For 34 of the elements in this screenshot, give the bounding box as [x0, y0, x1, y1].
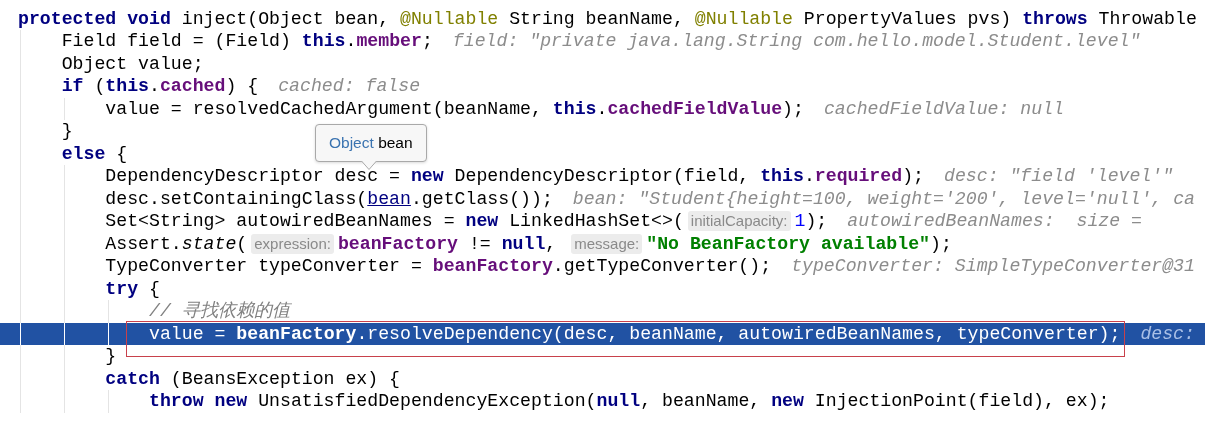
parameter-hint: expression:	[251, 233, 334, 254]
value-hint: cachedFieldValue: null	[823, 97, 1065, 120]
value-hint: bean: "Student{height=100, weight='200', level='null', ca	[572, 187, 1195, 210]
code-text: else {	[61, 142, 128, 165]
code-text: Field field = (Field) this.member;	[61, 30, 433, 53]
value-hint: field: "private java.lang.String com.hello.model.Student.level"	[452, 30, 1141, 53]
code-text: // 寻找依赖的值	[149, 300, 290, 323]
value-hint: desc: "field 'level'"	[943, 165, 1174, 188]
parameter-hint: initialCapacity:	[687, 211, 791, 232]
code-text: 1);	[794, 210, 828, 233]
code-text: Object value;	[61, 52, 204, 75]
code-text: }	[105, 345, 117, 368]
code-text: value = beanFactory.resolveDependency(desc, beanName, autowiredBeanNames, typeConverter);	[149, 322, 1121, 345]
code-text: throw new UnsatisfiedDependencyException(null, beanName, new InjectionPoint(field), ex);	[149, 390, 1110, 413]
code-text: }	[61, 120, 73, 143]
parameter-hint: message:	[571, 233, 643, 254]
code-text: Assert.state(	[105, 232, 248, 255]
value-hint: typeConverter: SimpleTypeConverter@31	[791, 255, 1195, 278]
hover-tooltip: Object bean	[315, 123, 427, 162]
value-hint: cached: false	[278, 75, 421, 98]
code-text: beanFactory != null,	[337, 232, 558, 255]
code-text: Set<String> autowiredBeanNames = new LinkedHashSet<>(	[105, 210, 684, 233]
code-text: catch (BeansException ex) {	[105, 367, 401, 390]
tooltip-pointer-icon	[361, 160, 377, 170]
value-hint: autowiredBeanNames: size =	[847, 210, 1142, 233]
value-hint: desc:	[1140, 322, 1195, 345]
code-text: desc.setContainingClass(bean.getClass());	[105, 187, 553, 210]
code-text: try {	[105, 277, 160, 300]
code-text: if (this.cached) {	[61, 75, 259, 98]
code-text: "No BeanFactory available");	[646, 232, 952, 255]
code-text: DependencyDescriptor desc = new DependencyDescriptor(field, this.required);	[105, 165, 924, 188]
code-text: TypeConverter typeConverter = beanFactory.getTypeConverter();	[105, 255, 772, 278]
code-text: protected void inject(Object bean, @Nullable String beanName, @Nullable PropertyValues pvs) throws Throwable	[18, 7, 1197, 30]
code-text: value = resolvedCachedArgument(beanName, this.cachedFieldValue);	[105, 97, 804, 120]
